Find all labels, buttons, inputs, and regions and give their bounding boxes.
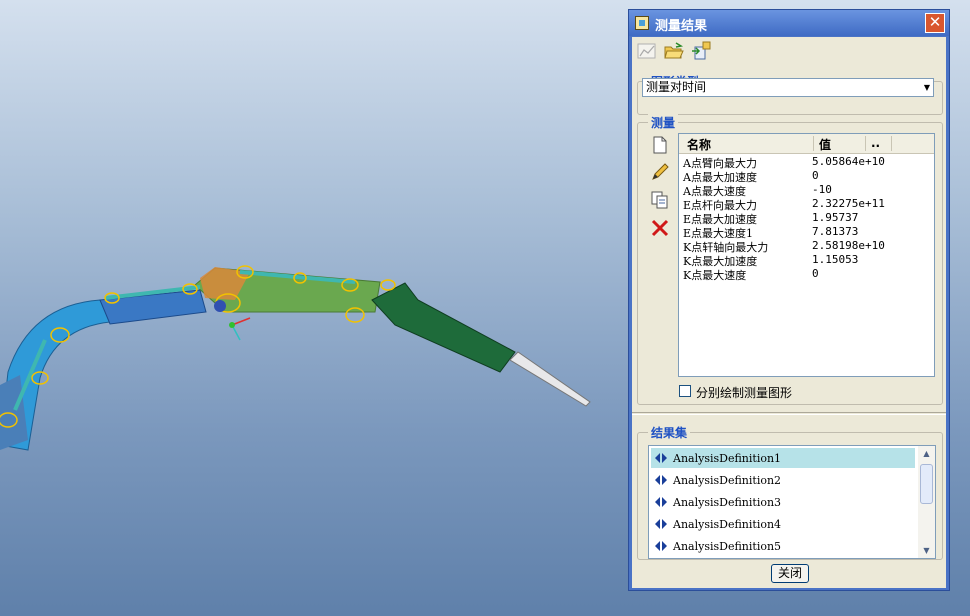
section-divider	[632, 412, 946, 415]
result-name: AnalysisDefinition5	[673, 540, 782, 553]
measures-table: 名称 值 .. A点臂向最大力 5.05864e+10 A点最大加速度 0 A点最…	[678, 133, 935, 377]
table-row[interactable]: K点最大速度 0	[679, 267, 934, 282]
column-more[interactable]: ..	[871, 136, 880, 150]
table-row[interactable]: E点最大加速度 1.95737	[679, 211, 934, 226]
expand-arrows-icon	[655, 453, 667, 463]
measure-value: 1.95737	[812, 211, 859, 224]
measure-results-dialog: 测量结果 ✕ 图形类型 测量对时间 ▼ 测量	[628, 9, 950, 591]
new-page-icon[interactable]	[650, 135, 670, 155]
separate-plot-label[interactable]: 分别绘制测量图形	[696, 384, 792, 401]
joint-pin	[214, 300, 226, 312]
mechanism-model[interactable]	[0, 0, 626, 616]
table-header: 名称 值 ..	[679, 134, 934, 154]
list-item[interactable]: AnalysisDefinition1	[651, 448, 915, 468]
axis-origin	[229, 322, 235, 328]
graph-type-select[interactable]: 测量对时间 ▼	[642, 78, 934, 97]
open-folder-icon[interactable]	[663, 41, 685, 61]
measures-label: 测量	[648, 114, 679, 131]
measure-value: 0	[812, 267, 819, 280]
window-icon	[635, 16, 649, 30]
close-icon[interactable]: ✕	[925, 13, 945, 33]
table-row[interactable]: A点最大加速度 0	[679, 169, 934, 184]
column-value[interactable]: 值	[819, 136, 831, 153]
result-name: AnalysisDefinition4	[673, 518, 782, 531]
chevron-down-icon: ▼	[923, 83, 930, 92]
hammer-tool	[509, 351, 591, 407]
column-name[interactable]: 名称	[687, 136, 711, 153]
table-row[interactable]: A点最大速度 -10	[679, 183, 934, 198]
separate-plot-checkbox[interactable]	[679, 385, 691, 397]
list-item[interactable]: AnalysisDefinition2	[651, 470, 915, 490]
measure-value: 1.15053	[812, 253, 859, 266]
table-row[interactable]: K点轩轴向最大力 2.58198e+10	[679, 239, 934, 254]
scroll-up-icon[interactable]: ▲	[920, 447, 933, 460]
graph-type-value: 测量对时间	[646, 80, 707, 94]
column-divider	[891, 136, 892, 151]
list-item[interactable]: AnalysisDefinition3	[651, 492, 915, 512]
graph-icon[interactable]	[636, 41, 658, 61]
result-set-label: 结果集	[648, 424, 691, 441]
expand-arrows-icon	[655, 519, 667, 529]
result-name: AnalysisDefinition2	[673, 474, 782, 487]
result-name: AnalysisDefinition1	[673, 452, 782, 465]
scroll-thumb[interactable]	[920, 464, 933, 504]
measure-value: 7.81373	[812, 225, 859, 238]
table-row[interactable]: K点最大加速度 1.15053	[679, 253, 934, 268]
close-button[interactable]: 关闭	[771, 564, 809, 583]
copy-icon[interactable]	[650, 190, 670, 210]
expand-arrows-icon	[655, 475, 667, 485]
dialog-body: 图形类型 测量对时间 ▼ 测量 名称	[632, 37, 946, 588]
expand-arrows-icon	[655, 497, 667, 507]
dialog-titlebar[interactable]: 测量结果 ✕	[629, 10, 949, 36]
measure-value: 0	[812, 169, 819, 182]
result-set-list: AnalysisDefinition1 AnalysisDefinition2 …	[648, 445, 936, 559]
list-item[interactable]: AnalysisDefinition4	[651, 514, 915, 534]
expand-arrows-icon	[655, 541, 667, 551]
hammer-body	[371, 282, 516, 373]
table-row[interactable]: E点最大速度1 7.81373	[679, 225, 934, 240]
measure-value: -10	[812, 183, 832, 196]
measure-name: K点最大速度	[683, 269, 747, 282]
table-row[interactable]: A点臂向最大力 5.05864e+10	[679, 155, 934, 170]
delete-x-icon[interactable]	[650, 218, 670, 238]
scroll-down-icon[interactable]: ▼	[920, 544, 933, 557]
table-row[interactable]: E点杆向最大力 2.32275e+11	[679, 197, 934, 212]
dialog-title: 测量结果	[655, 19, 708, 34]
list-scrollbar[interactable]: ▲ ▼	[918, 446, 935, 558]
export-icon[interactable]	[690, 41, 712, 61]
list-item[interactable]: AnalysisDefinition5	[651, 536, 915, 556]
column-divider	[813, 136, 814, 151]
measure-value: 2.58198e+10	[812, 239, 885, 252]
measure-value: 2.32275e+11	[812, 197, 885, 210]
pencil-icon[interactable]	[650, 162, 670, 182]
result-name: AnalysisDefinition3	[673, 496, 782, 509]
column-divider	[865, 136, 866, 151]
measure-value: 5.05864e+10	[812, 155, 885, 168]
